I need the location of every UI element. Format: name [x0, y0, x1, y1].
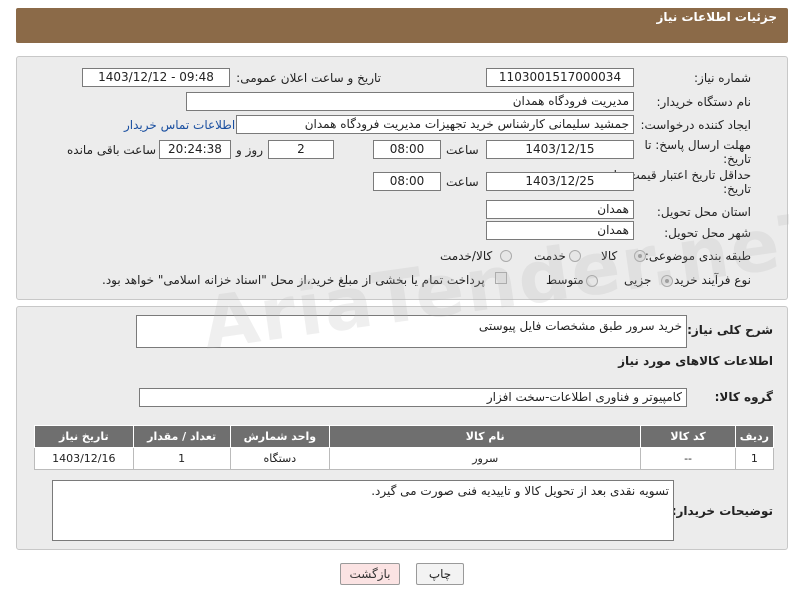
- days-remaining-field: 2: [268, 140, 334, 159]
- deadline-label: مهلت ارسال پاسخ: تا: [644, 138, 751, 152]
- price-time-field: 08:00: [373, 172, 441, 191]
- category-option-service: خدمت: [534, 249, 566, 263]
- process-option-minor: جزیی: [624, 273, 652, 287]
- category-option-goods: کالا: [601, 249, 618, 263]
- th-name: نام کالا: [329, 425, 642, 448]
- th-row: ردیف: [734, 425, 775, 448]
- goods-group-label: گروه کالا:: [714, 390, 773, 404]
- cell-quantity: 1: [132, 447, 231, 470]
- price-validity-label: حداقل تاریخ اعتبار قیمت: تا: [613, 168, 751, 182]
- need-number-label: شماره نیاز:: [694, 71, 751, 85]
- cell-row: 1: [734, 447, 775, 470]
- need-number-field: 1103001517000034: [486, 68, 634, 87]
- category-radio-goods[interactable]: [634, 250, 646, 262]
- days-label: روز و: [236, 143, 263, 157]
- province-field: همدان: [486, 200, 634, 219]
- th-unit: واحد شمارش: [229, 425, 331, 448]
- city-label: شهر محل تحویل:: [664, 226, 751, 240]
- cell-need-date: 1403/12/16: [34, 447, 134, 470]
- process-radio-minor[interactable]: [661, 275, 673, 287]
- process-option-medium: متوسط: [546, 273, 584, 287]
- city-field: همدان: [486, 221, 634, 240]
- description-label: شرح کلی نیاز:: [687, 323, 773, 337]
- back-button[interactable]: بازگشت: [340, 563, 400, 585]
- cell-unit: دستگاه: [229, 447, 331, 470]
- goods-group-field: کامپیوتر و فناوری اطلاعات-سخت افزار: [139, 388, 687, 407]
- province-label: استان محل تحویل:: [656, 205, 751, 219]
- contact-buyer-link[interactable]: اطلاعات تماس خریدار: [124, 118, 235, 132]
- items-table: ردیف کد کالا نام کالا واحد شمارش تعداد /…: [34, 425, 775, 470]
- buyer-field: مدیریت فرودگاه همدان: [186, 92, 634, 111]
- deadline-time-field: 08:00: [373, 140, 441, 159]
- category-radio-service[interactable]: [569, 250, 581, 262]
- deadline-time-label: ساعت: [446, 143, 479, 157]
- print-button[interactable]: چاپ: [416, 563, 464, 585]
- creator-label: ایجاد کننده درخواست:: [640, 118, 751, 132]
- buyer-label: نام دستگاه خریدار:: [656, 95, 752, 109]
- price-time-label: ساعت: [446, 175, 479, 189]
- goods-section-title: اطلاعات کالاهای مورد نیاز: [618, 354, 773, 368]
- price-validity-label-date: تاریخ:: [723, 182, 751, 196]
- treasury-payment-checkbox[interactable]: [495, 272, 507, 284]
- th-code: کد کالا: [640, 425, 736, 448]
- deadline-label-date: تاریخ:: [723, 152, 751, 166]
- page-title: جزئیات اطلاعات نیاز: [656, 10, 777, 24]
- buyer-notes-textarea: تسویه نقدی بعد از تحویل کالا و تاییدیه ف…: [52, 480, 674, 541]
- th-quantity: تعداد / مقدار: [132, 425, 231, 448]
- category-radio-goods-service[interactable]: [500, 250, 512, 262]
- cell-name: سرور: [329, 447, 642, 470]
- creator-field: جمشید سلیمانی کارشناس خرید تجهیزات مدیری…: [236, 115, 634, 134]
- announce-field: 1403/12/12 - 09:48: [82, 68, 230, 87]
- remaining-label: ساعت باقی مانده: [67, 143, 157, 157]
- category-option-goods-service: کالا/خدمت: [440, 249, 493, 263]
- table-header-row: ردیف کد کالا نام کالا واحد شمارش تعداد /…: [34, 425, 775, 448]
- process-radio-medium[interactable]: [586, 275, 598, 287]
- category-label: طبقه بندی موضوعی:: [644, 249, 751, 263]
- treasury-payment-note: پرداخت تمام یا بخشی از مبلغ خرید،از محل …: [102, 273, 485, 287]
- remaining-time-field: 20:24:38: [159, 140, 231, 159]
- description-textarea: خرید سرور طبق مشخصات فایل پیوستی: [136, 315, 687, 348]
- th-need-date: تاریخ نیاز: [34, 425, 134, 448]
- announce-label: تاریخ و ساعت اعلان عمومی:: [236, 71, 381, 85]
- buyer-notes-label: توضیحات خریدار:: [671, 504, 773, 518]
- cell-code: --: [640, 447, 736, 470]
- table-row: 1 -- سرور دستگاه 1 1403/12/16: [34, 447, 775, 470]
- price-date-field: 1403/12/25: [486, 172, 634, 191]
- process-label: نوع فرآیند خرید :: [666, 273, 751, 287]
- deadline-date-field: 1403/12/15: [486, 140, 634, 159]
